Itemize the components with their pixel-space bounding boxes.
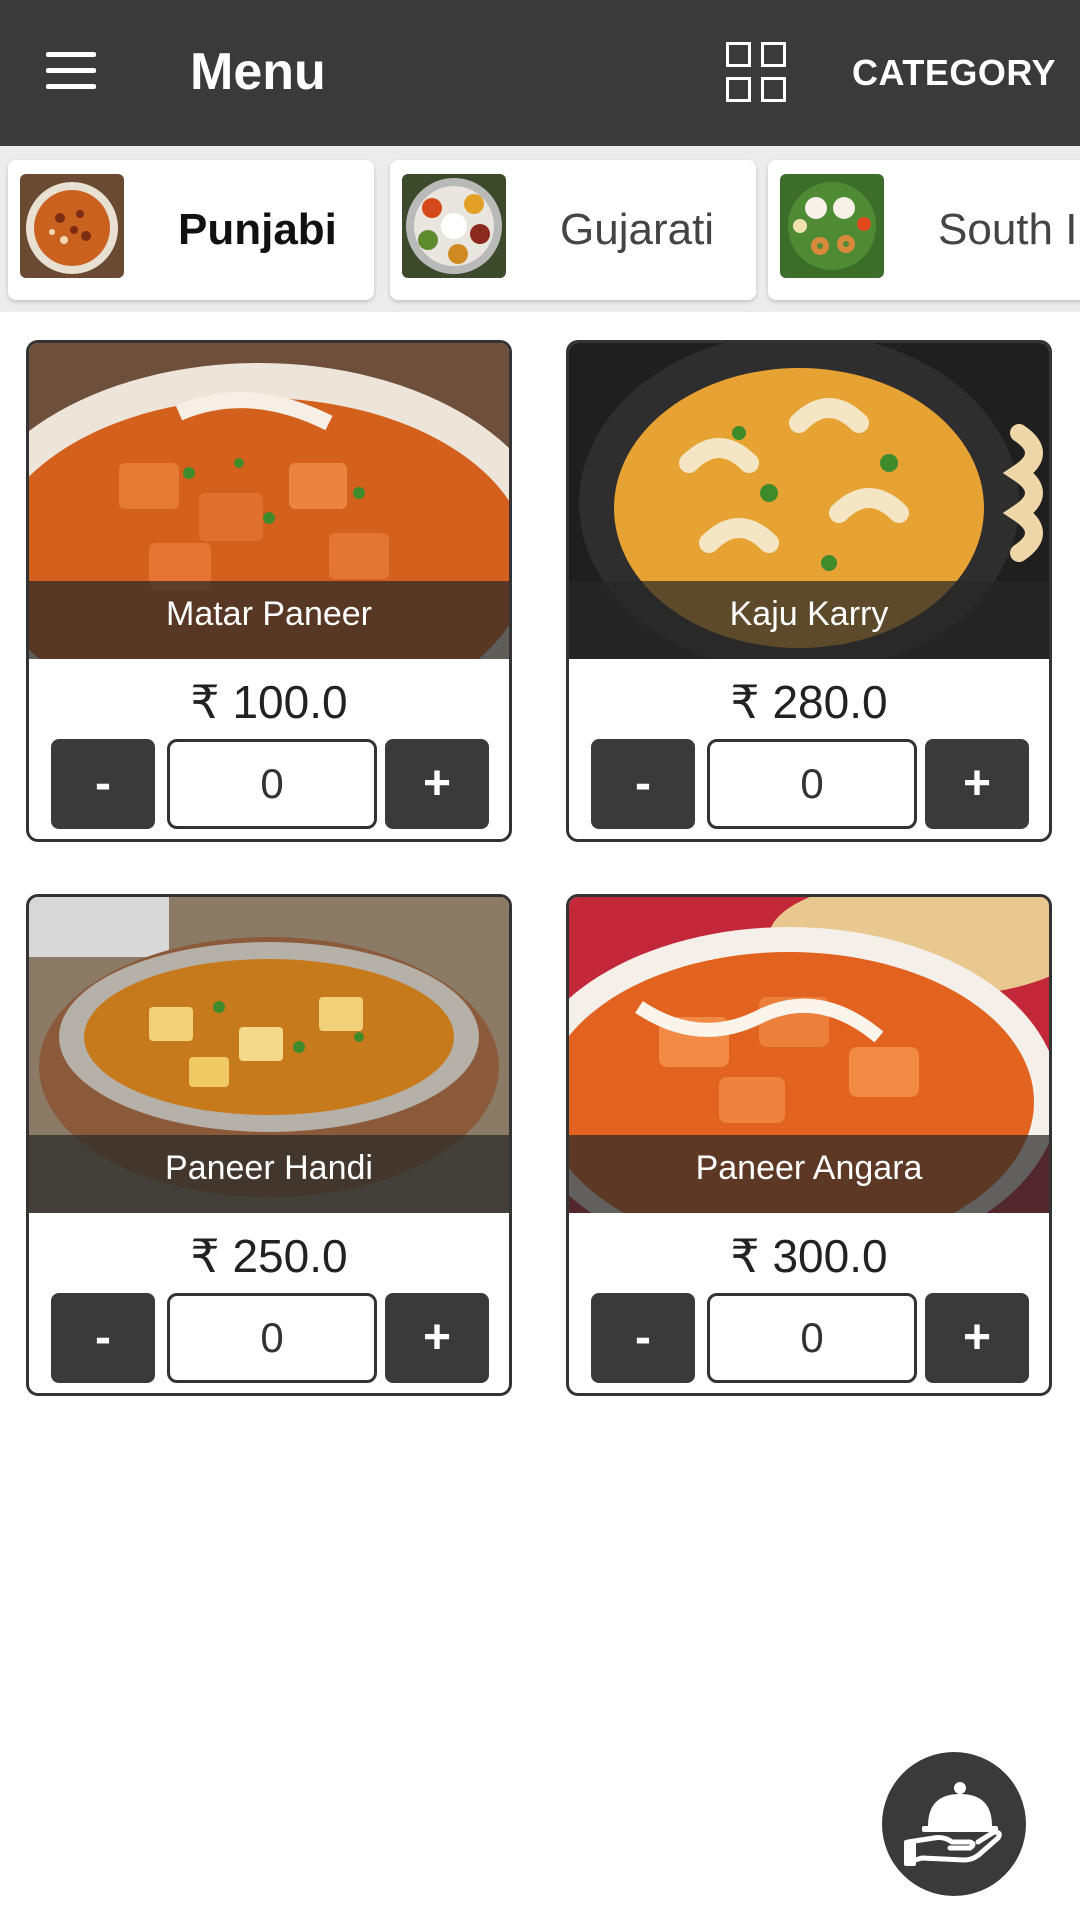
hamburger-icon[interactable] xyxy=(46,50,100,90)
menu-item-card: Paneer Angara ₹ 300.0 - 0 + xyxy=(566,894,1052,1396)
page-title: Menu xyxy=(190,43,326,101)
dish-price: ₹ 100.0 xyxy=(190,676,348,728)
dish-name: Paneer Handi xyxy=(165,1149,373,1187)
gujarati-thumbnail xyxy=(402,174,506,278)
category-button[interactable]: CATEGORY xyxy=(852,52,1056,94)
increase-button[interactable]: + xyxy=(925,1293,1029,1383)
menu-item-card: Paneer Handi ₹ 250.0 - 0 + xyxy=(26,894,512,1396)
serving-cloche-hand-icon xyxy=(904,1782,1002,1866)
category-label: South In xyxy=(938,205,1080,254)
decrease-button[interactable]: - xyxy=(51,1293,155,1383)
quantity-field[interactable]: 0 xyxy=(707,1293,917,1383)
category-label: Punjabi xyxy=(178,205,337,254)
quantity-field[interactable]: 0 xyxy=(167,1293,377,1383)
decrease-button[interactable]: - xyxy=(51,739,155,829)
increase-button[interactable]: + xyxy=(385,739,489,829)
order-fab-button[interactable] xyxy=(882,1752,1026,1896)
category-tab-punjabi[interactable]: Punjabi xyxy=(8,160,374,300)
dish-price: ₹ 300.0 xyxy=(730,1230,888,1282)
punjabi-thumbnail xyxy=(20,174,124,278)
app-bar: Menu CATEGORY xyxy=(0,0,1080,146)
dish-price: ₹ 250.0 xyxy=(190,1230,348,1282)
category-strip: Punjabi Gujarati South I xyxy=(0,146,1080,312)
dish-name: Paneer Angara xyxy=(695,1149,923,1187)
dish-price: ₹ 280.0 xyxy=(730,676,888,728)
menu-item-card: Kaju Karry ₹ 280.0 - 0 + xyxy=(566,340,1052,842)
dish-name: Matar Paneer xyxy=(166,595,372,633)
grid-view-icon[interactable] xyxy=(726,42,788,104)
category-label: Gujarati xyxy=(560,205,715,254)
decrease-button[interactable]: - xyxy=(591,739,695,829)
category-tab-south-indian[interactable]: South In xyxy=(768,160,1080,300)
quantity-field[interactable]: 0 xyxy=(707,739,917,829)
increase-button[interactable]: + xyxy=(385,1293,489,1383)
quantity-field[interactable]: 0 xyxy=(167,739,377,829)
category-tab-gujarati[interactable]: Gujarati xyxy=(390,160,756,300)
increase-button[interactable]: + xyxy=(925,739,1029,829)
dish-name: Kaju Karry xyxy=(729,595,889,633)
menu-item-card: Matar Paneer ₹ 100.0 - 0 + xyxy=(26,340,512,842)
south-indian-thumbnail xyxy=(780,174,884,278)
decrease-button[interactable]: - xyxy=(591,1293,695,1383)
